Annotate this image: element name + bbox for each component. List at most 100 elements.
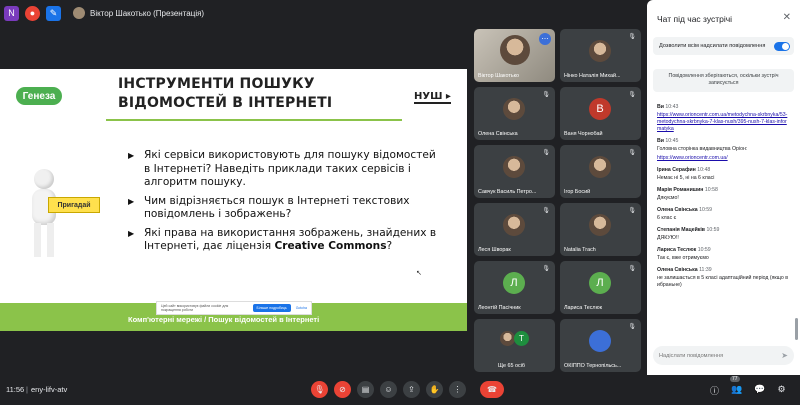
- others-tile[interactable]: Т Ще 65 осіб: [474, 319, 555, 372]
- participant-name: Нінко Наталія Михай...: [564, 73, 621, 79]
- mic-off-icon: 🎙: [628, 324, 636, 330]
- avatar: [589, 40, 611, 62]
- screen-record-icon[interactable]: ●: [25, 5, 40, 21]
- chat-messages: Ви 10:43 https://www.orioncentr.com.ua/m…: [657, 104, 790, 294]
- mic-off-icon: 🎙: [628, 208, 636, 214]
- cookie-text: Цей сайт використовує файли cookie для п…: [161, 304, 229, 312]
- participant-name: Савчук Василь Петро...: [478, 189, 537, 195]
- hang-up-button[interactable]: ☎: [480, 381, 504, 398]
- participant-tile[interactable]: 🎙 Олена Свінська: [474, 87, 555, 140]
- more-options-icon[interactable]: ⋮: [449, 381, 466, 398]
- info-icon[interactable]: ⓘ: [710, 384, 719, 397]
- present-icon[interactable]: ⇪: [403, 381, 420, 398]
- publisher-logo: Генеза: [16, 87, 62, 105]
- avatar: Т: [514, 331, 529, 346]
- message-time: 10:59: [699, 207, 713, 213]
- participant-name: Лариса Теслюк: [564, 305, 602, 311]
- message-text: Немає ні 5, ні на 6 класі: [657, 175, 715, 181]
- participant-name: Олена Свінська: [478, 131, 518, 137]
- cookie-more-button[interactable]: Більше подробиць: [252, 304, 291, 312]
- bullet-item: Які права на використання зображень, зна…: [128, 227, 440, 254]
- camera-off-icon[interactable]: ⊘: [334, 381, 351, 398]
- chat-message: Лариса Теслюк 10:59 Так є, вже отримуємо: [657, 247, 790, 262]
- message-sender: Лариса Теслюк: [657, 247, 697, 253]
- raise-hand-icon[interactable]: ✋: [426, 381, 443, 398]
- message-sender: Ірина Серафин: [657, 167, 696, 173]
- mic-off-icon[interactable]: 🎙: [311, 381, 328, 398]
- message-text: Так є, вже отримуємо: [657, 255, 709, 261]
- chat-input-box: ➤: [653, 346, 794, 365]
- mic-off-icon: 🎙: [542, 208, 550, 214]
- activities-icon[interactable]: ⚙: [777, 384, 785, 397]
- avatar: [73, 7, 85, 19]
- mic-off-icon: 🎙: [628, 150, 636, 156]
- bullet-item: Які сервіси використовують для пошуку ві…: [128, 149, 440, 190]
- message-time: 10:59: [697, 247, 711, 253]
- message-time: 10:45: [665, 138, 679, 144]
- mic-off-icon: 🎙: [542, 266, 550, 272]
- message-time: 10:43: [665, 104, 679, 110]
- chat-input[interactable]: [659, 352, 769, 359]
- message-text: не залишається в 5 класі адаптаційний пе…: [657, 275, 788, 288]
- figure-head: [34, 169, 54, 189]
- top-bar: N ● ✎ Віктор Шакотько (Презентація): [0, 0, 645, 26]
- cookie-banner: Цей сайт використовує файли cookie для п…: [156, 301, 312, 315]
- participant-tile[interactable]: Л 🎙 Леонтій Пасічник: [474, 261, 555, 314]
- avatar: В: [589, 98, 611, 120]
- participant-tile[interactable]: 🎙 Ігор Босий: [560, 145, 641, 198]
- avatar: [589, 214, 611, 236]
- avatar: [503, 156, 525, 178]
- pen-icon[interactable]: ✎: [46, 5, 61, 21]
- send-icon[interactable]: ➤: [781, 351, 788, 360]
- chat-message: Ірина Серафин 10:48 Немає ні 5, ні на 6 …: [657, 167, 790, 182]
- participant-tile[interactable]: 🎙 ОКІППО Тернопільсь...: [560, 319, 641, 372]
- participant-tile[interactable]: 🎙 Савчук Василь Петро...: [474, 145, 555, 198]
- figure-illustration: Пригадай: [20, 169, 100, 264]
- chat-message: Ви 10:45 Головна сторінка видавництва Ор…: [657, 138, 790, 162]
- clock: 11:56: [6, 385, 25, 394]
- message-link[interactable]: https://www.orioncentr.com.ua/metodychna…: [657, 112, 790, 133]
- separator: |: [26, 385, 28, 394]
- cookie-dismiss-link[interactable]: Gotcha: [296, 306, 307, 310]
- participant-name: Ігор Босий: [564, 189, 591, 195]
- allow-messages-row: Дозволити всім надсилати повідомлення: [653, 37, 794, 55]
- message-link[interactable]: https://www.orioncentr.com.ua/: [657, 155, 790, 162]
- participant-tile[interactable]: 🎙 Natalia Trach: [560, 203, 641, 256]
- participant-name: ОКІППО Тернопільсь...: [564, 363, 622, 369]
- message-sender: Ви: [657, 138, 664, 144]
- message-time: 10:59: [706, 227, 720, 233]
- avatar: Л: [589, 272, 611, 294]
- participant-tile[interactable]: В 🎙 Ваня Чорнобай: [560, 87, 641, 140]
- chat-icon[interactable]: 💬: [754, 384, 765, 397]
- more-options-icon[interactable]: ⋯: [539, 33, 551, 45]
- close-icon[interactable]: ✕: [783, 12, 791, 23]
- avatar: Л: [503, 272, 525, 294]
- emoji-icon[interactable]: ☺: [380, 381, 397, 398]
- chat-title: Чат під час зустрічі: [657, 14, 733, 24]
- mic-off-icon: 🎙: [628, 92, 636, 98]
- participant-tile[interactable]: ⋯ Віктор Шакотько: [474, 29, 555, 82]
- onenote-icon[interactable]: N: [4, 5, 19, 21]
- captions-icon[interactable]: ▤: [357, 381, 374, 398]
- chat-message: Степанія Мацейків 10:59 ДЯКУЮ!!: [657, 227, 790, 242]
- message-time: 10:58: [704, 187, 718, 193]
- people-icon[interactable]: 👥: [731, 384, 742, 397]
- message-text: 6 клас є: [657, 215, 677, 221]
- figure-legs: [34, 223, 54, 257]
- nush-logo: НУШ ▸: [414, 91, 451, 104]
- mouse-cursor-icon: ↖: [416, 270, 422, 277]
- allow-messages-toggle[interactable]: [774, 41, 790, 51]
- participant-tile[interactable]: 🎙 Нінко Наталія Михай...: [560, 29, 641, 82]
- message-sender: Олена Свінська: [657, 267, 698, 273]
- participant-tile[interactable]: 🎙 Леся Шворак: [474, 203, 555, 256]
- meeting-code: eny-lifv-atv: [31, 385, 68, 394]
- chat-scrollbar[interactable]: [795, 318, 798, 340]
- message-sender: Марія Романишин: [657, 187, 704, 193]
- side-controls: ⓘ 👥 💬 ⚙: [710, 384, 786, 397]
- participant-tile[interactable]: Л 🎙 Лариса Теслюк: [560, 261, 641, 314]
- message-text: ДЯКУЮ!!: [657, 235, 679, 241]
- avatar: [500, 331, 515, 346]
- message-sender: Ви: [657, 104, 664, 110]
- mic-off-icon: 🎙: [542, 92, 550, 98]
- creative-commons-text: Creative Commons: [274, 240, 387, 252]
